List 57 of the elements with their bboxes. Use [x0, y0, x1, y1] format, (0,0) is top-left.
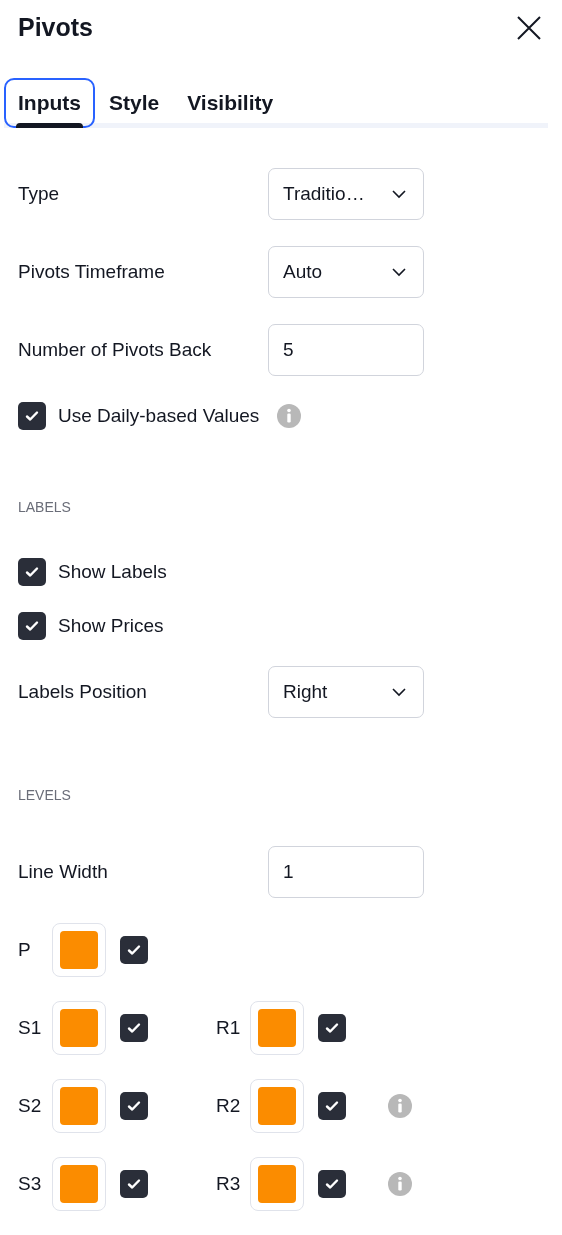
level-label: R1: [216, 1015, 242, 1040]
section-heading: LEVELS: [18, 785, 71, 805]
level-label: R3: [216, 1171, 242, 1196]
check-icon: [324, 1098, 340, 1114]
field-label: Number of Pivots Back: [18, 337, 213, 362]
checkbox[interactable]: [120, 1170, 148, 1198]
checkbox[interactable]: [318, 1092, 346, 1120]
check-icon: [126, 1176, 142, 1192]
field-label: Labels Position: [18, 679, 148, 704]
field-label: Pivots Timeframe: [18, 259, 166, 284]
section-heading: LABELS: [18, 497, 71, 517]
chevron-down-icon: [391, 267, 407, 277]
level-label: P: [18, 937, 32, 962]
check-icon: [324, 1020, 340, 1036]
level-label: S1: [18, 1015, 43, 1040]
level-label: S2: [18, 1093, 43, 1118]
checkbox[interactable]: [18, 402, 46, 430]
dropdown[interactable]: Auto: [268, 246, 424, 298]
check-icon: [24, 564, 40, 580]
checkbox-label: Show Labels: [58, 559, 167, 584]
checkbox[interactable]: [120, 936, 148, 964]
check-icon: [126, 1020, 142, 1036]
checkbox[interactable]: [120, 1092, 148, 1120]
close-icon[interactable]: [516, 15, 542, 41]
checkbox[interactable]: [120, 1014, 148, 1042]
tab[interactable]: Visibility: [173, 78, 288, 128]
input-field[interactable]: 5: [268, 324, 424, 376]
checkbox[interactable]: [318, 1014, 346, 1042]
check-icon: [24, 618, 40, 634]
color-swatch-button[interactable]: [250, 1079, 304, 1133]
field-label: Line Width: [18, 859, 109, 884]
dropdown[interactable]: Traditio…: [268, 168, 424, 220]
checkbox[interactable]: [18, 558, 46, 586]
checkbox-label: Show Prices: [58, 613, 164, 638]
checkbox[interactable]: [318, 1170, 346, 1198]
color-swatch-button[interactable]: [52, 923, 106, 977]
level-label: R2: [216, 1093, 242, 1118]
check-icon: [126, 1098, 142, 1114]
color-swatch-button[interactable]: [250, 1001, 304, 1055]
level-label: S3: [18, 1171, 43, 1196]
color-swatch-button[interactable]: [52, 1157, 106, 1211]
input-field[interactable]: 1: [268, 846, 424, 898]
check-icon: [126, 942, 142, 958]
tab[interactable]: Inputs: [4, 78, 95, 128]
checkbox[interactable]: [18, 612, 46, 640]
chevron-down-icon: [391, 687, 407, 697]
chevron-down-icon: [391, 189, 407, 199]
dialog-title: Pivots: [18, 12, 94, 44]
field-label: Type: [18, 181, 61, 206]
check-icon: [324, 1176, 340, 1192]
checkbox-label: Use Daily-based Values: [58, 403, 260, 428]
color-swatch-button[interactable]: [52, 1001, 106, 1055]
tab[interactable]: Style: [95, 78, 174, 128]
dropdown[interactable]: Right: [268, 666, 424, 718]
color-swatch-button[interactable]: [52, 1079, 106, 1133]
check-icon: [24, 408, 40, 424]
color-swatch-button[interactable]: [250, 1157, 304, 1211]
